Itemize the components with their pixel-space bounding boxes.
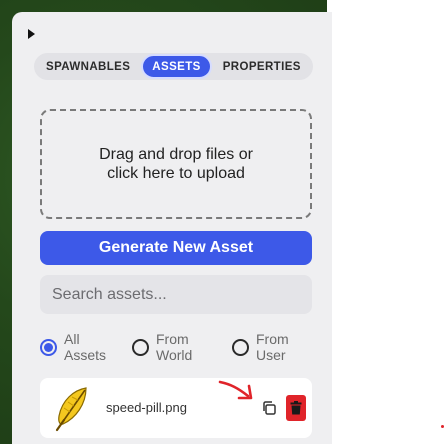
tab-assets[interactable]: ASSETS: [141, 54, 212, 79]
delete-button[interactable]: [286, 395, 306, 421]
filter-all-assets-label: All Assets: [64, 331, 120, 363]
filter-from-user-line2: User: [256, 347, 286, 363]
filter-from-world[interactable]: From World: [132, 331, 212, 363]
filter-from-world-line2: World: [156, 347, 193, 363]
annotation-arrow-icon: [218, 380, 253, 400]
upload-text-line1: Drag and drop files or: [99, 146, 253, 163]
search-input[interactable]: [40, 275, 312, 314]
filter-from-world-line1: From: [156, 331, 189, 347]
asset-filename: speed-pill.png: [106, 400, 187, 415]
collapse-toggle-icon[interactable]: [28, 29, 35, 39]
copy-icon[interactable]: [261, 400, 277, 416]
radio-from-user[interactable]: [232, 338, 249, 356]
tab-properties[interactable]: PROPERTIES: [214, 54, 310, 79]
asset-list-item[interactable]: speed-pill.png: [40, 378, 312, 438]
filter-from-user-label: From User: [256, 331, 312, 363]
filter-from-user-line1: From: [256, 331, 289, 347]
filter-from-user[interactable]: From User: [232, 331, 312, 363]
tab-spawnables[interactable]: SPAWNABLES: [37, 54, 139, 79]
radio-from-world[interactable]: [132, 338, 149, 356]
asset-source-filter: All Assets From World From User: [40, 331, 312, 365]
yellow-feather-icon: [55, 387, 87, 432]
annotation-dot: [441, 425, 444, 428]
trash-icon: [290, 401, 302, 415]
upload-dropzone[interactable]: Drag and drop files or click here to upl…: [40, 109, 312, 219]
filter-from-world-label: From World: [156, 331, 212, 363]
panel-tabs: SPAWNABLES ASSETS PROPERTIES: [34, 53, 313, 80]
radio-all-assets[interactable]: [40, 338, 57, 356]
filter-all-assets[interactable]: All Assets: [40, 331, 120, 363]
filter-all-assets-line2: Assets: [64, 347, 107, 363]
generate-new-asset-button[interactable]: Generate New Asset: [40, 231, 312, 265]
upload-text-line2: click here to upload: [107, 165, 245, 182]
filter-all-assets-line1: All: [64, 331, 80, 347]
